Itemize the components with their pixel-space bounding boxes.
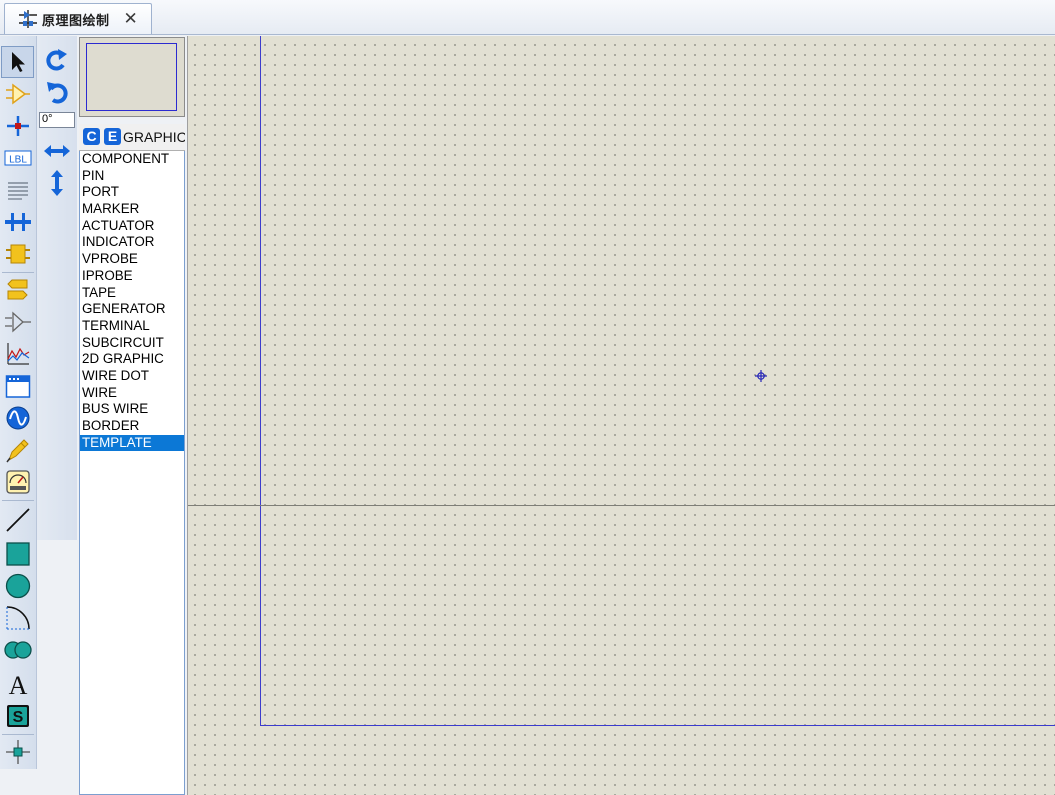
- mirror-vertical-icon: [51, 170, 63, 196]
- terminals-mode-button[interactable]: [1, 274, 34, 306]
- text-script-mode-button[interactable]: [1, 174, 34, 206]
- terminal-icon: [6, 279, 28, 300]
- list-item-terminal[interactable]: TERMINAL: [80, 318, 184, 335]
- object-selector-header: C E GRAPHIC: [79, 124, 185, 151]
- list-item-port[interactable]: PORT: [80, 184, 184, 201]
- schematic-icon: [19, 10, 37, 28]
- tab-close-button[interactable]: ✕: [124, 10, 138, 28]
- 2d-symbol-mode-button[interactable]: S: [1, 700, 34, 732]
- device-pin-icon: [4, 311, 31, 333]
- virtual-instrument-mode-button[interactable]: [1, 466, 34, 498]
- list-item-bus-wire[interactable]: BUS WIRE: [80, 401, 184, 418]
- mirror-horizontal-button[interactable]: [40, 136, 74, 166]
- overview-sheet-frame: [86, 43, 177, 111]
- tape-recorder-icon: [5, 375, 30, 398]
- svg-text:A: A: [8, 671, 27, 698]
- list-item-marker[interactable]: MARKER: [80, 201, 184, 218]
- list-item-indicator[interactable]: INDICATOR: [80, 234, 184, 251]
- selector-title: GRAPHIC: [123, 129, 185, 145]
- list-item-2d-graphic[interactable]: 2D GRAPHIC: [80, 351, 184, 368]
- svg-text:LBL: LBL: [9, 155, 27, 166]
- list-item-generator[interactable]: GENERATOR: [80, 301, 184, 318]
- list-item-subcircuit[interactable]: SUBCIRCUIT: [80, 335, 184, 352]
- list-item-template[interactable]: TEMPLATE: [80, 434, 184, 452]
- marker-icon: [5, 740, 30, 764]
- orientation-toolbar: 0°: [37, 36, 77, 540]
- rotation-angle-input[interactable]: 0°: [39, 112, 75, 128]
- generator-icon: [6, 406, 29, 430]
- graph-icon: [6, 343, 29, 365]
- wire-label-icon: LBL: [4, 150, 31, 166]
- tab-title: 原理图绘制: [42, 13, 110, 29]
- device-pins-mode-button[interactable]: [1, 306, 34, 338]
- svg-text:S: S: [12, 709, 23, 726]
- component-icon: [5, 83, 30, 105]
- mode-toolbar: LBL A S: [0, 36, 37, 769]
- tape-recorder-mode-button[interactable]: [1, 370, 34, 402]
- path-icon: [3, 641, 32, 659]
- line-icon: [5, 508, 30, 532]
- list-item-iprobe[interactable]: IPROBE: [80, 268, 184, 285]
- list-item-actuator[interactable]: ACTUATOR: [80, 218, 184, 235]
- list-item-wire-dot[interactable]: WIRE DOT: [80, 368, 184, 385]
- overview-window[interactable]: [79, 37, 185, 117]
- object-selector-list[interactable]: COMPONENT PIN PORT MARKER ACTUATOR INDICATOR V…: [79, 151, 185, 795]
- rotate-clockwise-icon: [46, 49, 67, 71]
- 2d-line-mode-button[interactable]: [1, 504, 34, 536]
- instrument-icon: [5, 470, 30, 494]
- box-icon: [5, 542, 30, 566]
- document-tab-strip: 原理图绘制 ✕: [0, 0, 1055, 35]
- 2d-arc-mode-button[interactable]: [1, 602, 34, 634]
- subcircuit-icon: [5, 244, 30, 264]
- mirror-horizontal-icon: [44, 145, 70, 157]
- 2d-path-mode-button[interactable]: [1, 634, 34, 666]
- page-divider-line: [188, 505, 1055, 506]
- arrow-pointer-icon: [11, 52, 25, 72]
- rotate-anticlockwise-button[interactable]: [40, 78, 74, 108]
- buses-mode-button[interactable]: [1, 206, 34, 238]
- origin-marker-icon: [755, 370, 767, 382]
- list-item-tape[interactable]: TAPE: [80, 285, 184, 302]
- list-item-component[interactable]: COMPONENT: [80, 151, 184, 168]
- voltage-probe-mode-button[interactable]: [1, 434, 34, 466]
- list-item-pin[interactable]: PIN: [80, 168, 184, 185]
- schematic-canvas[interactable]: [187, 36, 1055, 795]
- generator-mode-button[interactable]: [1, 402, 34, 434]
- bus-icon: [4, 213, 31, 231]
- sheet-border-left: [260, 36, 261, 726]
- junction-dot-icon: [6, 116, 29, 136]
- pick-devices-button[interactable]: C: [83, 128, 100, 145]
- text-script-icon: [7, 182, 28, 200]
- 2d-text-mode-button[interactable]: A: [1, 668, 34, 700]
- 2d-marker-mode-button[interactable]: [1, 736, 34, 768]
- wire-label-mode-button[interactable]: LBL: [1, 142, 34, 174]
- symbol-icon: S: [6, 705, 29, 727]
- selection-mode-button[interactable]: [1, 46, 34, 78]
- mirror-vertical-button[interactable]: [40, 168, 74, 198]
- subcircuit-mode-button[interactable]: [1, 238, 34, 270]
- list-item-vprobe[interactable]: VPROBE: [80, 251, 184, 268]
- circle-icon: [5, 573, 30, 599]
- 2d-box-mode-button[interactable]: [1, 538, 34, 570]
- junction-dot-mode-button[interactable]: [1, 110, 34, 142]
- list-item-border[interactable]: BORDER: [80, 418, 184, 435]
- 2d-circle-mode-button[interactable]: [1, 570, 34, 602]
- rotate-clockwise-button[interactable]: [40, 46, 74, 76]
- arc-icon: [6, 606, 30, 630]
- list-item-wire[interactable]: WIRE: [80, 385, 184, 402]
- probe-icon: [5, 439, 29, 463]
- edit-button[interactable]: E: [104, 128, 121, 145]
- text-icon: A: [8, 671, 27, 698]
- tab-schematic-capture[interactable]: 原理图绘制 ✕: [4, 3, 152, 34]
- sheet-border-bottom: [260, 725, 1055, 726]
- graph-mode-button[interactable]: [1, 338, 34, 370]
- component-mode-button[interactable]: [1, 78, 34, 110]
- rotate-anticlockwise-icon: [47, 82, 68, 104]
